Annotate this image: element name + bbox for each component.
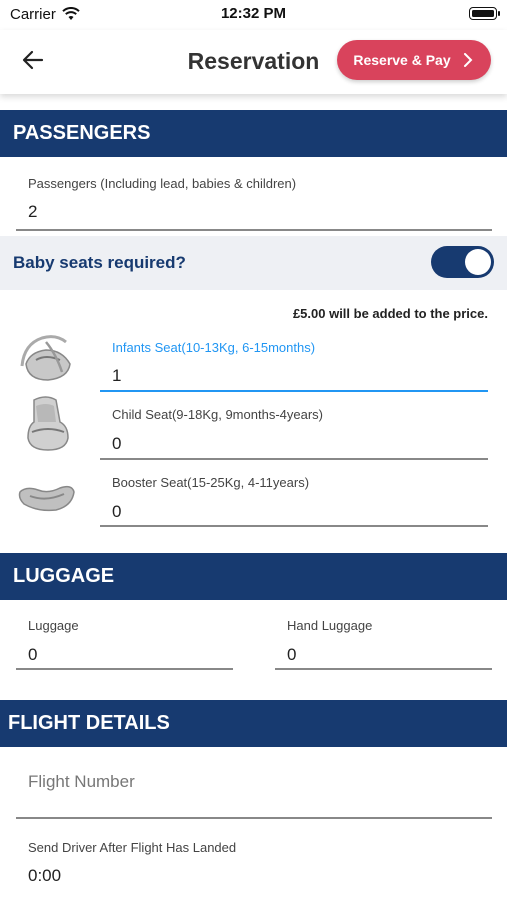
luggage-underline (16, 668, 233, 670)
clock: 12:32 PM (220, 5, 287, 22)
baby-seats-label: Baby seats required? (13, 253, 186, 272)
send-driver-input[interactable]: 0:00 (28, 866, 61, 886)
infant-seat-icon (20, 335, 71, 381)
booster-seat-icon (18, 485, 75, 512)
passengers-underline (16, 229, 492, 231)
luggage-input[interactable]: 0 (28, 645, 37, 665)
child-seat-icon (27, 396, 69, 451)
booster-seat-input[interactable]: 0 (112, 502, 121, 522)
booster-seat-underline (100, 525, 488, 527)
child-seat-input[interactable]: 0 (112, 434, 121, 454)
booster-seat-label: Booster Seat(15-25Kg, 4-11years) (112, 475, 310, 490)
toggle-knob (465, 249, 491, 275)
infant-seat-label: Infants Seat(10-13Kg, 6-15months) (112, 340, 316, 355)
child-seat-underline (100, 458, 488, 460)
flight-number-input[interactable]: Flight Number (28, 772, 135, 792)
battery-icon (469, 7, 500, 20)
flight-number-underline (16, 817, 492, 819)
reserve-pay-label: Reserve & Pay (353, 52, 451, 68)
chevron-right-icon (463, 53, 473, 67)
luggage-header: LUGGAGE (0, 553, 507, 600)
baby-seats-row: Baby seats required? (0, 236, 507, 290)
luggage-label: Luggage (28, 618, 79, 633)
send-driver-label: Send Driver After Flight Has Landed (28, 840, 237, 855)
reserve-pay-button[interactable]: Reserve & Pay (337, 40, 491, 80)
hand-luggage-underline (275, 668, 492, 670)
price-note: £5.00 will be added to the price. (292, 306, 488, 321)
passengers-input[interactable]: 2 (28, 202, 37, 222)
infant-seat-input[interactable]: 1 (112, 366, 121, 386)
flight-details-header: FLIGHT DETAILS (0, 700, 507, 747)
baby-seats-toggle[interactable] (431, 246, 494, 278)
hand-luggage-input[interactable]: 0 (287, 645, 296, 665)
hand-luggage-label: Hand Luggage (287, 618, 373, 633)
child-seat-label: Child Seat(9-18Kg, 9months-4years) (112, 407, 323, 422)
infant-seat-underline (100, 390, 488, 392)
passengers-label: Passengers (Including lead, babies & chi… (28, 176, 297, 191)
passengers-header: PASSENGERS (0, 110, 507, 157)
nav-bar: Reservation Reserve & Pay (0, 30, 507, 94)
status-bar: Carrier 12:32 PM (0, 0, 507, 30)
